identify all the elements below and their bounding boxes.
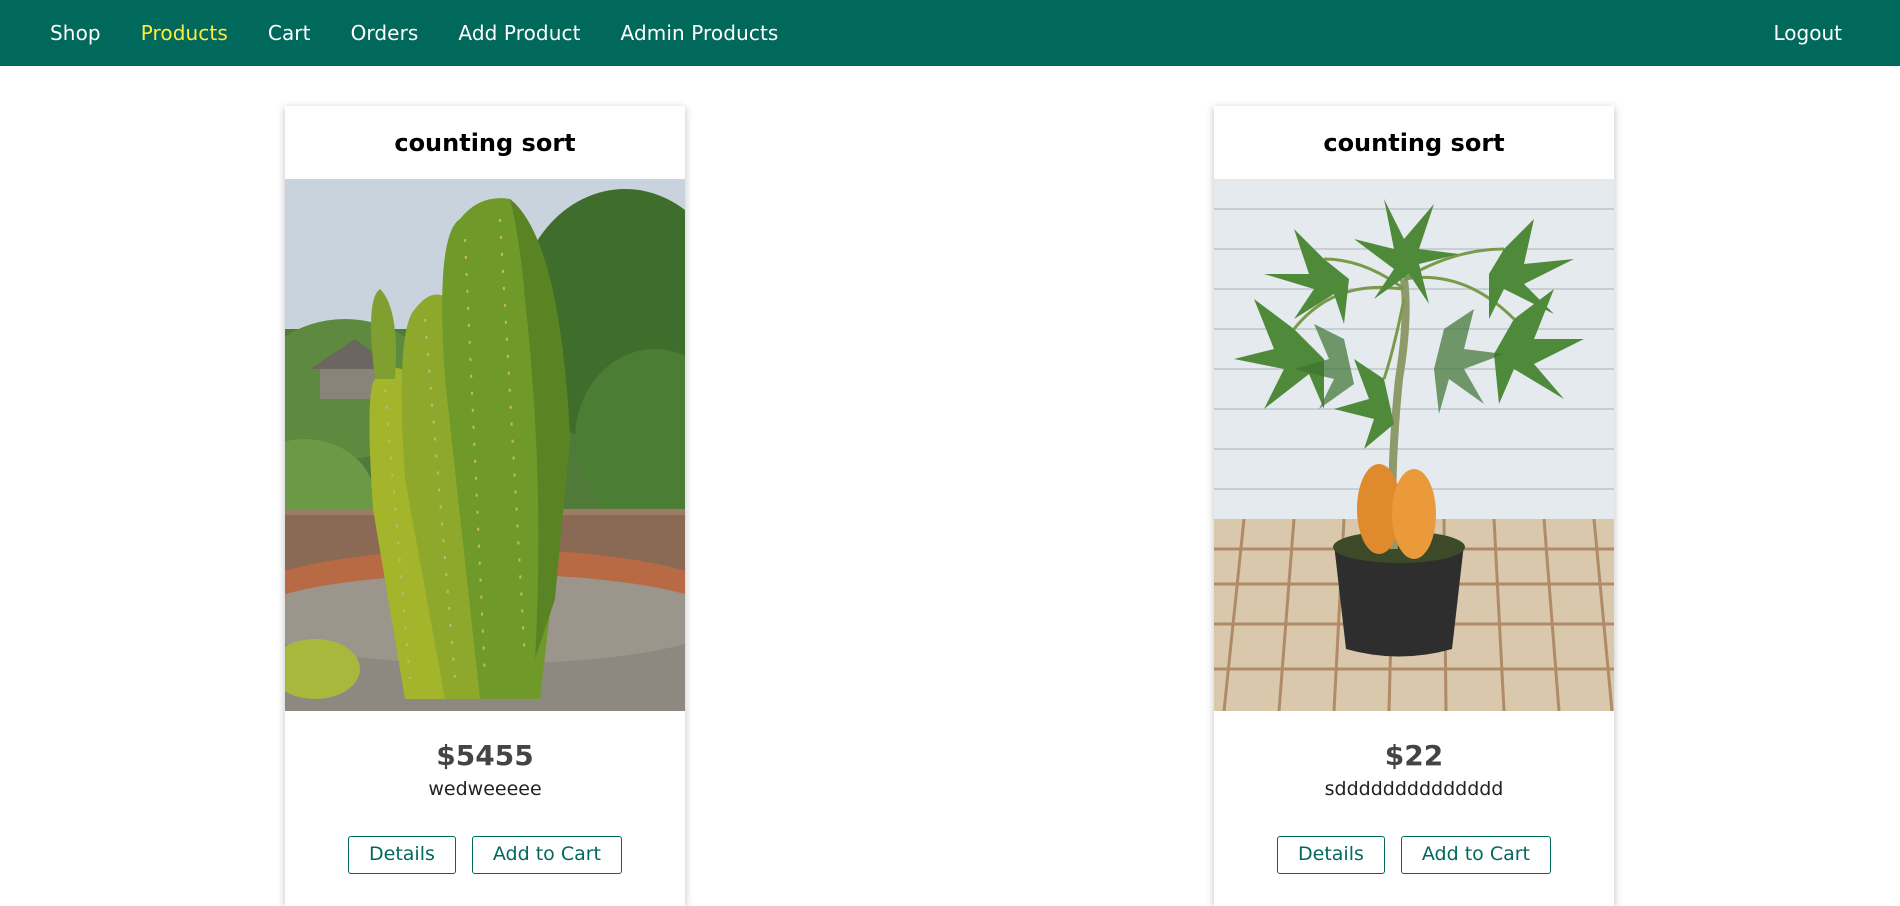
product-price: $5455	[436, 739, 534, 772]
nav-list: Shop Products Cart Orders Add Product Ad…	[50, 23, 778, 44]
card-header: counting sort	[1214, 106, 1614, 179]
nav-item-add-product: Add Product	[458, 23, 580, 44]
nav-link-cart[interactable]: Cart	[268, 21, 311, 45]
nav-link-orders[interactable]: Orders	[351, 21, 419, 45]
nav-item-admin-products: Admin Products	[621, 23, 779, 44]
details-button[interactable]: Details	[348, 835, 456, 874]
nav-link-admin-products[interactable]: Admin Products	[621, 21, 779, 45]
nav-item-products: Products	[141, 23, 228, 44]
logout-button[interactable]: Logout	[1774, 21, 1842, 45]
nav-link-add-product[interactable]: Add Product	[458, 21, 580, 45]
nav-item-shop: Shop	[50, 23, 101, 44]
product-grid: counting sort $5455 wedweeeee Details Ad…	[0, 66, 1900, 906]
product-description: sdddddddddddddd	[1324, 777, 1504, 800]
papaya-plant-image	[1214, 179, 1614, 711]
card-header: counting sort	[285, 106, 685, 179]
product-title: counting sort	[394, 128, 576, 157]
card-content: $5455 wedweeeee	[285, 711, 685, 800]
details-button[interactable]: Details	[1277, 835, 1385, 874]
nav-item-orders: Orders	[351, 23, 419, 44]
product-price: $22	[1384, 739, 1444, 772]
product-title: counting sort	[1323, 128, 1505, 157]
card-content: $22 sdddddddddddddd	[1214, 711, 1614, 800]
product-description: wedweeeee	[428, 777, 542, 800]
main-nav: Shop Products Cart Orders Add Product Ad…	[50, 21, 1842, 45]
cactus-image	[285, 179, 685, 711]
add-to-cart-button[interactable]: Add to Cart	[471, 835, 622, 874]
product-card: counting sort	[285, 106, 685, 906]
add-to-cart-button[interactable]: Add to Cart	[1400, 835, 1551, 874]
main-header: Shop Products Cart Orders Add Product Ad…	[0, 0, 1900, 66]
nav-link-shop[interactable]: Shop	[50, 21, 101, 45]
nav-link-products[interactable]: Products	[141, 21, 228, 45]
product-card: counting sort	[1214, 106, 1614, 906]
card-actions: Details Add to Cart	[285, 835, 685, 874]
card-actions: Details Add to Cart	[1214, 835, 1614, 874]
nav-item-cart: Cart	[268, 23, 311, 44]
